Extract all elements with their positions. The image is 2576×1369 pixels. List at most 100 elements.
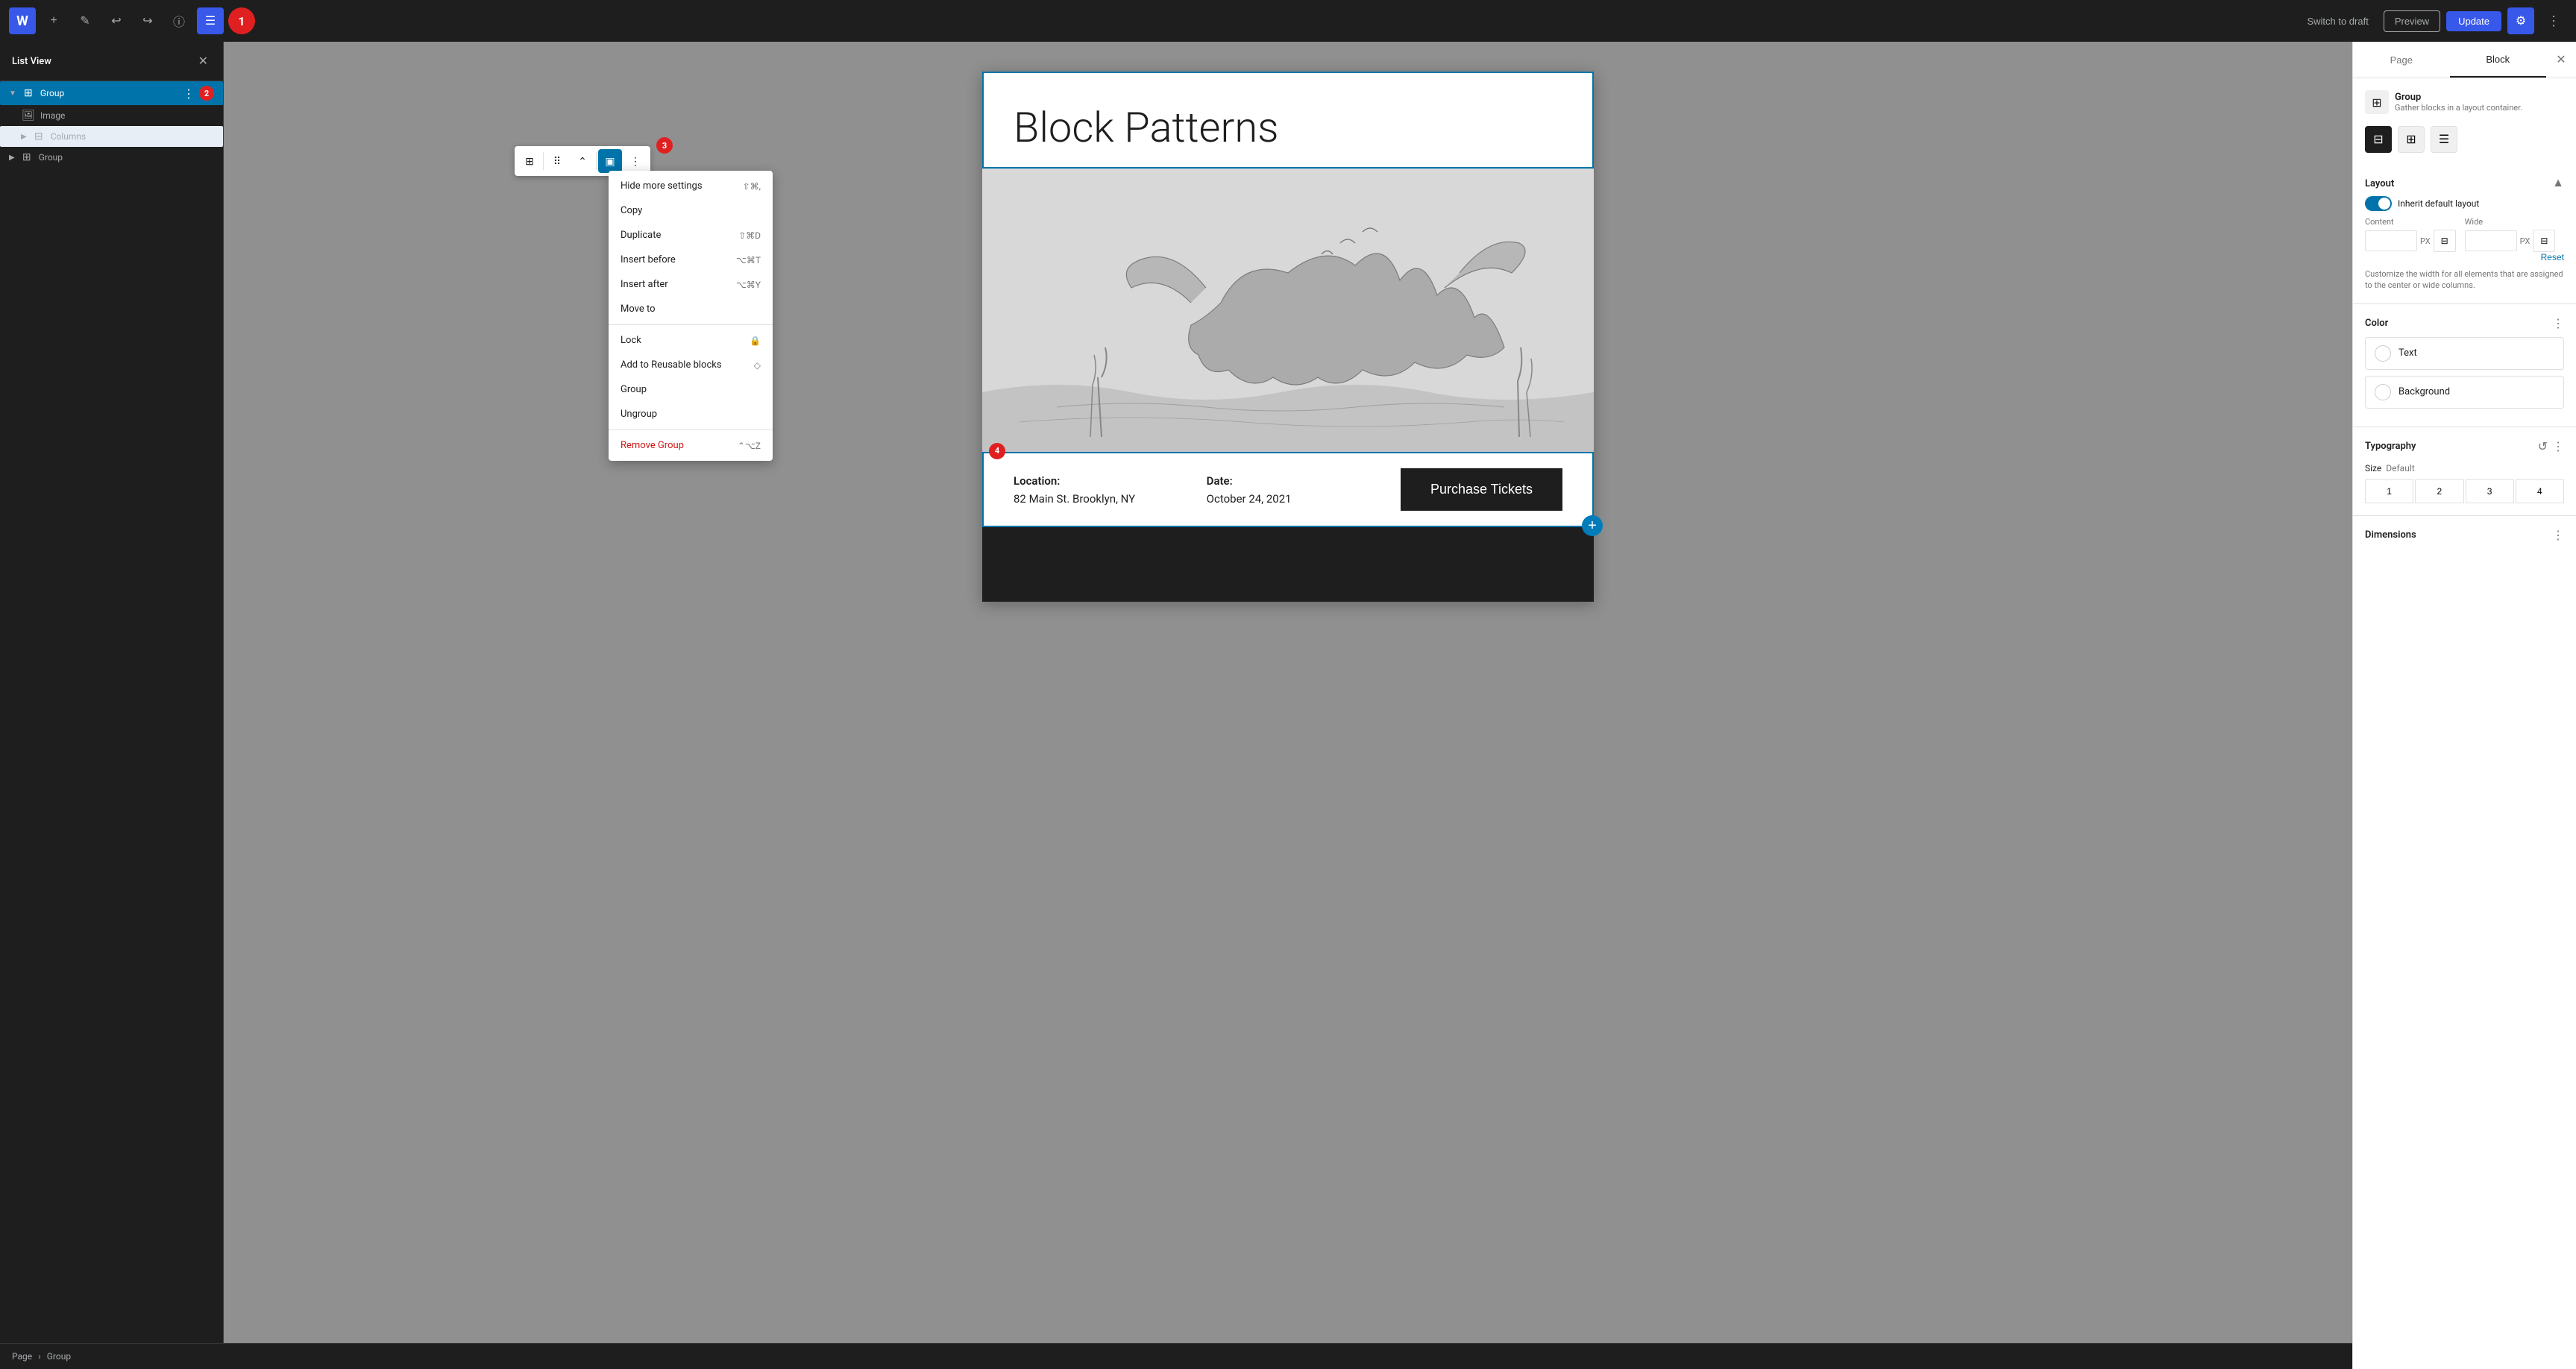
menu-shortcut-remove: ⌃⌥Z [738, 441, 761, 451]
menu-item-move-to[interactable]: Move to [609, 297, 773, 321]
group-options-icon[interactable]: ⋮ [183, 86, 195, 101]
text-color-row[interactable]: Text [2365, 337, 2564, 370]
size-label: Size [2365, 463, 2381, 473]
details-button[interactable]: ⓘ [166, 7, 192, 34]
page-content: Block Patterns [982, 72, 1594, 602]
top-bar-right-actions: Switch to draft Preview Update ⚙ ⋮ [2298, 7, 2567, 34]
content-unit-label: PX [2420, 236, 2431, 246]
wide-width-icon-button[interactable]: ⊟ [2533, 230, 2555, 252]
sidebar-item-image[interactable]: 🖼 Image [0, 105, 223, 126]
toolbar-divider [543, 152, 544, 170]
size-default-label: Default [2386, 463, 2414, 473]
edit-button[interactable]: ✎ [72, 7, 98, 34]
more-options-button[interactable]: ⋮ [2540, 7, 2567, 34]
menu-item-duplicate[interactable]: Duplicate ⇧⌘D [609, 223, 773, 248]
inherit-layout-row: Inherit default layout [2365, 196, 2564, 211]
transform-block-button[interactable]: ⊞ [518, 149, 541, 173]
columns-block-icon: ⊟ [31, 130, 46, 142]
preview-button[interactable]: Preview [2384, 10, 2440, 32]
width-inputs-row: Content PX ⊟ Wide PX ⊟ [2365, 217, 2564, 252]
page-title: Block Patterns [982, 72, 1594, 169]
content-width-icon-button[interactable]: ⊟ [2434, 230, 2456, 252]
badge-4-label: 4 [995, 446, 999, 456]
tab-block[interactable]: Block [2450, 42, 2547, 78]
sidebar-columns-label: Columns [51, 131, 214, 142]
switch-to-draft-button[interactable]: Switch to draft [2298, 11, 2377, 31]
toolbar-divider-2 [596, 152, 597, 170]
menu-item-move-to-label: Move to [621, 303, 656, 315]
color-section-title: Color [2365, 318, 2388, 329]
dimensions-title: Dimensions [2365, 529, 2416, 541]
more-block-options-button[interactable]: ⋮ [623, 149, 647, 173]
menu-divider-1 [609, 324, 773, 325]
layout-block-icon-button[interactable]: ⊟ [2365, 126, 2392, 153]
menu-shortcut-hide: ⇧⌘, [743, 181, 761, 192]
color-section-header: Color ⋮ [2365, 316, 2564, 331]
purchase-tickets-button[interactable]: Purchase Tickets [1401, 468, 1562, 511]
font-size-3-button[interactable]: 3 [2466, 479, 2514, 503]
menu-item-group-items[interactable]: Group [609, 377, 773, 402]
menu-item-copy[interactable]: Copy [609, 198, 773, 223]
sidebar-item-group2[interactable]: ▶ ⊞ Group [0, 147, 223, 168]
add-block-button[interactable]: + [40, 7, 67, 34]
menu-item-copy-label: Copy [621, 205, 642, 216]
add-block-after-button[interactable]: + [1582, 515, 1603, 536]
menu-item-insert-after[interactable]: Insert after ⌥⌘Y [609, 272, 773, 297]
layout-stack-icon-button[interactable]: ☰ [2431, 126, 2457, 153]
typography-options-button[interactable]: ⋮ [2552, 439, 2564, 454]
sidebar-close-button[interactable]: ✕ [195, 51, 211, 72]
font-size-2-button[interactable]: 2 [2415, 479, 2463, 503]
font-size-4-button[interactable]: 4 [2516, 479, 2564, 503]
reusable-icon: ◇ [754, 360, 761, 371]
layout-row-icon-button[interactable]: ⊞ [2398, 126, 2425, 153]
update-button[interactable]: Update [2446, 11, 2501, 31]
redo-button[interactable]: ↪ [134, 7, 161, 34]
typography-section: Typography ↺ ⋮ Size Default 1 2 3 4 [2353, 427, 2576, 516]
menu-item-remove-group[interactable]: 4 Remove Group ⌃⌥Z [609, 433, 773, 458]
location-label: Location: [1014, 474, 1177, 488]
menu-shortcut-insert-before: ⌥⌘T [736, 255, 761, 265]
menu-item-ungroup[interactable]: Ungroup [609, 402, 773, 427]
sidebar-item-columns[interactable]: ▶ ⊟ Columns [0, 126, 223, 147]
menu-item-hide-settings[interactable]: Hide more settings ⇧⌘, [609, 174, 773, 198]
badge-4: 4 [989, 443, 1005, 459]
inherit-layout-toggle[interactable] [2365, 196, 2392, 211]
menu-item-ungroup-label: Ungroup [621, 409, 657, 420]
breadcrumb-page[interactable]: Page [12, 1351, 32, 1362]
wide-width-input[interactable] [2465, 230, 2517, 251]
layout-section-header: Layout ▲ [2365, 177, 2564, 190]
wide-width-label: Wide [2465, 217, 2556, 227]
reset-typography-button[interactable]: ↺ [2538, 439, 2548, 454]
menu-item-lock[interactable]: Lock 🔒 [609, 328, 773, 353]
menu-item-group-label: Group [621, 384, 647, 395]
menu-item-add-reusable[interactable]: Add to Reusable blocks ◇ [609, 353, 773, 377]
reset-width-button[interactable]: Reset [2365, 252, 2564, 262]
move-up-button[interactable]: ⌃ [571, 149, 594, 173]
date-label: Date: [1207, 474, 1370, 488]
text-color-dot [2375, 345, 2391, 362]
close-sidebar-button[interactable]: ✕ [2546, 42, 2576, 78]
sidebar-item-group[interactable]: ▼ ⊞ Group ⋮ 2 [0, 81, 223, 105]
settings-button[interactable]: ⚙ [2507, 7, 2534, 34]
content-width-input[interactable] [2365, 230, 2417, 251]
main-layout: List View ✕ ▼ ⊞ Group ⋮ 2 🖼 Image ▶ ⊟ Co… [0, 42, 2576, 1369]
list-view-button[interactable]: ☰ [197, 7, 224, 34]
breadcrumb-separator: › [38, 1351, 41, 1362]
tab-page[interactable]: Page [2353, 42, 2450, 78]
left-sidebar: List View ✕ ▼ ⊞ Group ⋮ 2 🖼 Image ▶ ⊟ Co… [0, 42, 224, 1369]
group2-block-icon: ⊞ [19, 151, 34, 163]
layout-collapse-button[interactable]: ▲ [2552, 177, 2564, 190]
dimensions-options-button[interactable]: ⋮ [2552, 528, 2564, 543]
breadcrumb-group[interactable]: Group [47, 1351, 71, 1362]
location-value: 82 Main St. Brooklyn, NY [1014, 492, 1177, 506]
drag-handle-button[interactable]: ⠿ [545, 149, 569, 173]
group-block-icon: ⊞ [21, 87, 36, 99]
sidebar-title: List View [12, 56, 195, 67]
background-color-row[interactable]: Background [2365, 376, 2564, 409]
wide-width-input-group: PX ⊟ [2465, 230, 2556, 252]
font-size-1-button[interactable]: 1 [2365, 479, 2413, 503]
menu-item-insert-before[interactable]: Insert before ⌥⌘T [609, 248, 773, 272]
color-section-options-button[interactable]: ⋮ [2552, 316, 2564, 331]
undo-button[interactable]: ↩ [103, 7, 130, 34]
align-button[interactable]: ▣ [598, 149, 622, 173]
